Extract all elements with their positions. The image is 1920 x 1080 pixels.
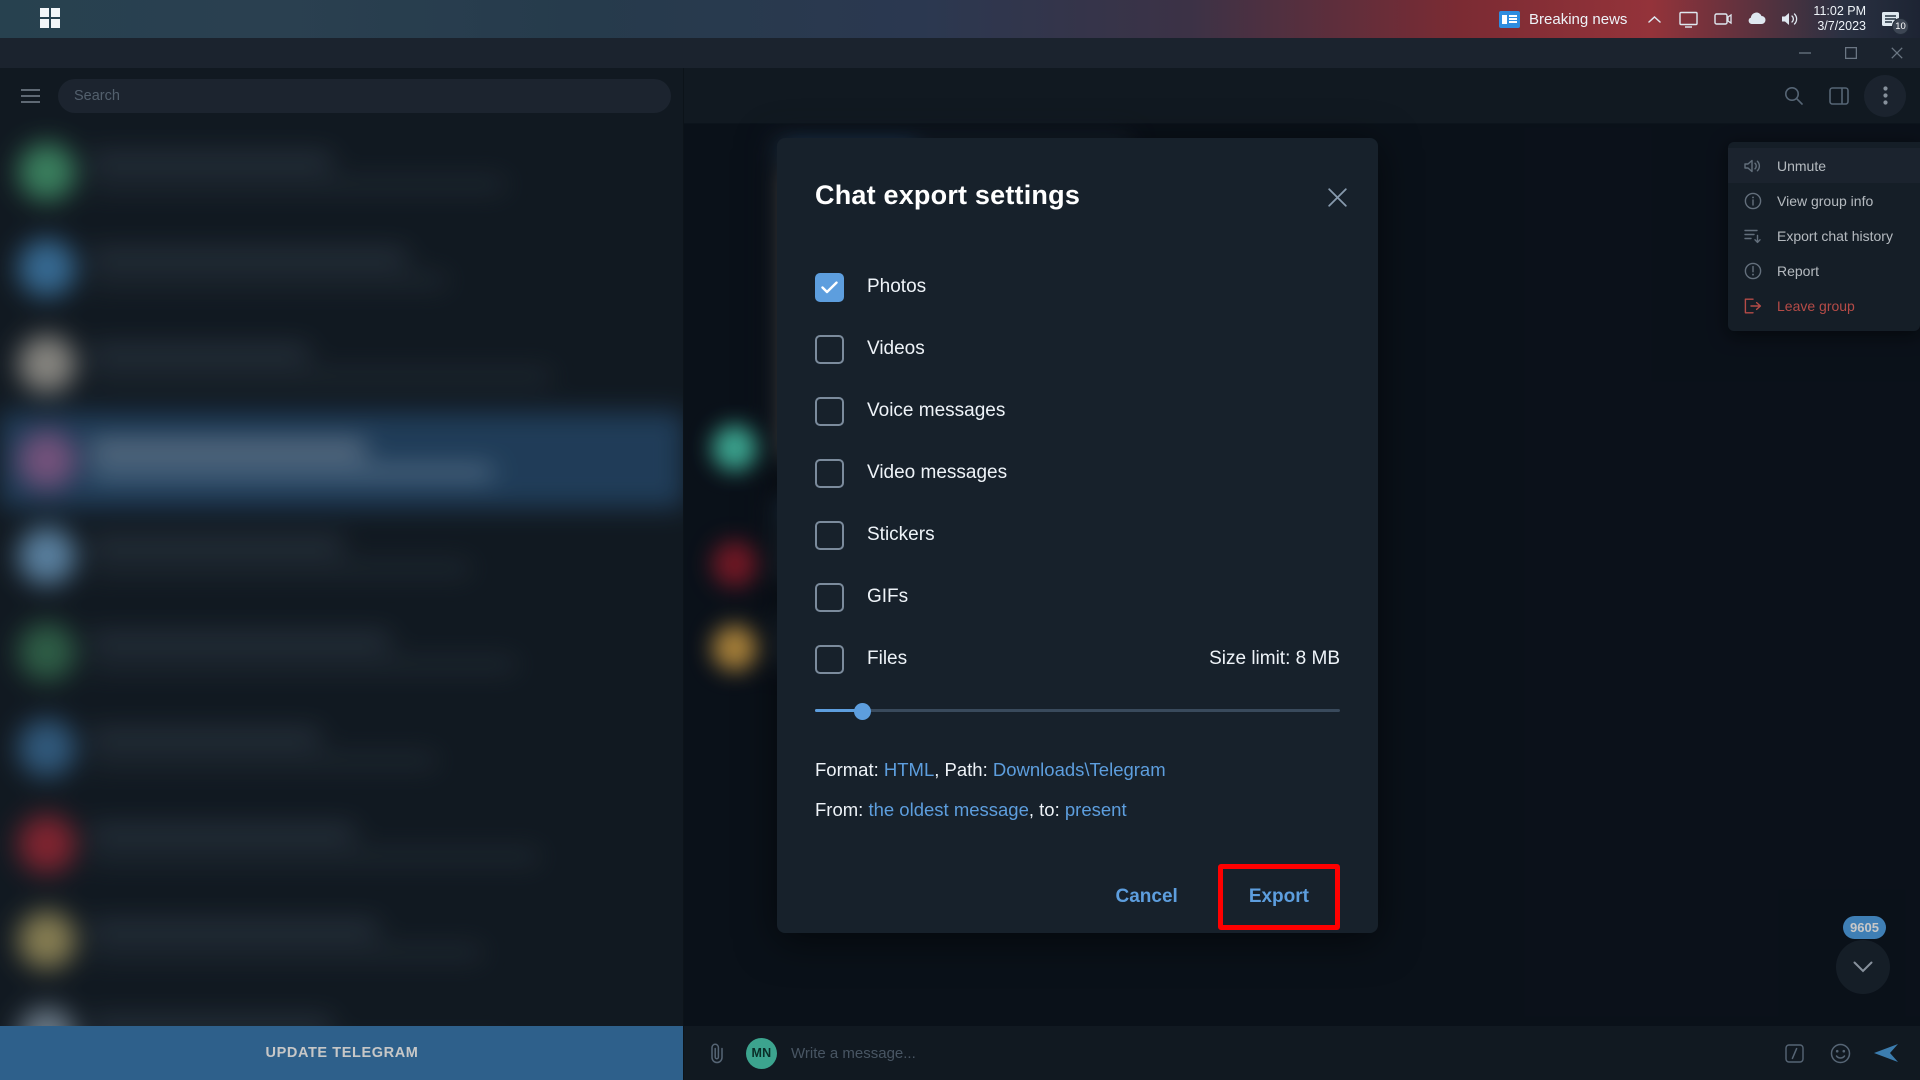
- option-label: Voice messages: [867, 400, 1006, 421]
- option-photos[interactable]: Photos: [815, 256, 1340, 318]
- checkbox-checked-icon[interactable]: [815, 272, 844, 302]
- checkbox-icon[interactable]: [815, 396, 844, 426]
- option-label: Photos: [867, 276, 927, 297]
- display-icon[interactable]: [1671, 0, 1705, 38]
- format-prefix: Format:: [815, 759, 884, 780]
- to-value-link[interactable]: present: [1065, 799, 1127, 820]
- option-files[interactable]: Files Size limit: 8 MB: [815, 628, 1340, 690]
- from-to-row: From: the oldest message, to: present: [815, 790, 1340, 830]
- from-value-link[interactable]: the oldest message: [868, 799, 1028, 820]
- option-video-messages[interactable]: Video messages: [815, 442, 1340, 504]
- checkbox-icon[interactable]: [815, 458, 844, 488]
- from-prefix: From:: [815, 799, 869, 820]
- news-icon: [1499, 10, 1521, 28]
- option-label: Stickers: [867, 524, 935, 545]
- windows-start-icon[interactable]: [40, 8, 62, 30]
- slider-thumb[interactable]: [854, 703, 872, 720]
- dialog-actions: Cancel Export: [815, 864, 1340, 930]
- to-prefix: , to:: [1028, 799, 1065, 820]
- taskbar-news-widget[interactable]: Breaking news: [1489, 2, 1637, 36]
- export-options-list: Photos Videos Voice messages Video messa…: [815, 256, 1340, 690]
- notification-badge: 10: [1892, 18, 1909, 35]
- option-label: Videos: [867, 338, 925, 359]
- clock-time: 11:02 PM: [1813, 4, 1866, 18]
- system-tray: Breaking news 11:02 PM 3/7/2023 10: [1489, 0, 1920, 38]
- volume-icon[interactable]: [1773, 0, 1807, 38]
- option-stickers[interactable]: Stickers: [815, 504, 1340, 566]
- option-gifs[interactable]: GIFs: [815, 566, 1340, 628]
- path-prefix: , Path:: [934, 759, 993, 780]
- checkbox-icon[interactable]: [815, 334, 844, 364]
- export-meta: Format: HTML, Path: Downloads\Telegram F…: [815, 750, 1340, 830]
- page-title: Chat export settings: [815, 180, 1081, 210]
- export-button[interactable]: Export: [1227, 873, 1331, 921]
- close-icon[interactable]: [1318, 178, 1356, 216]
- chat-export-settings-dialog: Chat export settings Photos Videos Voice…: [777, 138, 1378, 933]
- option-voice-messages[interactable]: Voice messages: [815, 380, 1340, 442]
- option-label: Video messages: [867, 462, 1008, 483]
- path-value-link[interactable]: Downloads\Telegram: [993, 759, 1166, 780]
- format-path-row: Format: HTML, Path: Downloads\Telegram: [815, 750, 1340, 790]
- clock-date: 3/7/2023: [1817, 19, 1866, 33]
- news-label: Breaking news: [1529, 10, 1628, 28]
- export-button-highlight: Export: [1217, 864, 1340, 930]
- camera-icon[interactable]: [1705, 0, 1739, 38]
- chevron-up-icon[interactable]: [1637, 0, 1671, 38]
- size-limit-label: Size limit: 8 MB: [1209, 648, 1340, 669]
- option-videos[interactable]: Videos: [815, 318, 1340, 380]
- option-label: Files: [867, 648, 908, 669]
- cancel-button[interactable]: Cancel: [1094, 873, 1200, 921]
- checkbox-icon[interactable]: [815, 582, 844, 612]
- notification-center-button[interactable]: 10: [1874, 0, 1909, 38]
- option-label: GIFs: [867, 586, 909, 607]
- size-limit-slider[interactable]: [815, 700, 1340, 722]
- checkbox-icon[interactable]: [815, 644, 844, 674]
- taskbar-clock[interactable]: 11:02 PM 3/7/2023: [1807, 4, 1874, 34]
- checkbox-icon[interactable]: [815, 520, 844, 550]
- slider-track: [815, 709, 1340, 712]
- windows-taskbar: Breaking news 11:02 PM 3/7/2023 10: [0, 0, 1920, 38]
- cloud-icon[interactable]: [1739, 0, 1773, 38]
- format-value-link[interactable]: HTML: [884, 759, 934, 780]
